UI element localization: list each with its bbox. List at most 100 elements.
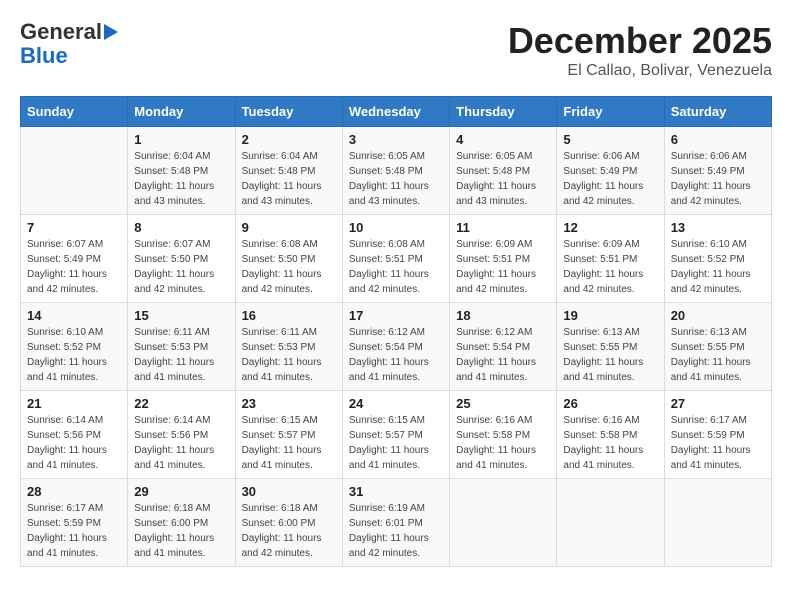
calendar-cell bbox=[450, 479, 557, 567]
calendar-cell: 15 Sunrise: 6:11 AM Sunset: 5:53 PM Dayli… bbox=[128, 303, 235, 391]
day-info: Sunrise: 6:12 AM Sunset: 5:54 PM Dayligh… bbox=[456, 325, 550, 385]
day-info: Sunrise: 6:05 AM Sunset: 5:48 PM Dayligh… bbox=[456, 149, 550, 209]
day-info: Sunrise: 6:13 AM Sunset: 5:55 PM Dayligh… bbox=[563, 325, 657, 385]
calendar-week-2: 7Sunrise: 6:07 AM Sunset: 5:49 PM Daylig… bbox=[21, 215, 772, 303]
day-number: 31 bbox=[349, 484, 443, 499]
calendar-cell bbox=[21, 127, 128, 215]
day-info: Sunrise: 6:09 AM Sunset: 5:51 PM Dayligh… bbox=[563, 237, 657, 297]
calendar-cell: 20 Sunrise: 6:13 AM Sunset: 5:55 PM Dayli… bbox=[664, 303, 771, 391]
calendar-cell: 13Sunrise: 6:10 AM Sunset: 5:52 PM Dayli… bbox=[664, 215, 771, 303]
calendar-cell: 11 Sunrise: 6:09 AM Sunset: 5:51 PM Dayli… bbox=[450, 215, 557, 303]
day-number: 22 bbox=[134, 396, 228, 411]
day-info: Sunrise: 6:16 AM Sunset: 5:58 PM Dayligh… bbox=[563, 413, 657, 473]
calendar-cell: 2Sunrise: 6:04 AM Sunset: 5:48 PM Daylig… bbox=[235, 127, 342, 215]
day-number: 25 bbox=[456, 396, 550, 411]
day-number: 24 bbox=[349, 396, 443, 411]
day-number: 5 bbox=[563, 132, 657, 147]
calendar-cell: 17Sunrise: 6:12 AM Sunset: 5:54 PM Dayli… bbox=[342, 303, 449, 391]
calendar-cell: 6 Sunrise: 6:06 AM Sunset: 5:49 PM Daylig… bbox=[664, 127, 771, 215]
day-info: Sunrise: 6:16 AM Sunset: 5:58 PM Dayligh… bbox=[456, 413, 550, 473]
day-number: 17 bbox=[349, 308, 443, 323]
header-saturday: Saturday bbox=[664, 97, 771, 127]
day-number: 11 bbox=[456, 220, 550, 235]
day-number: 29 bbox=[134, 484, 228, 499]
day-info: Sunrise: 6:08 AM Sunset: 5:50 PM Dayligh… bbox=[242, 237, 336, 297]
day-number: 14 bbox=[27, 308, 121, 323]
day-number: 19 bbox=[563, 308, 657, 323]
calendar-week-3: 14 Sunrise: 6:10 AM Sunset: 5:52 PM Dayli… bbox=[21, 303, 772, 391]
day-info: Sunrise: 6:13 AM Sunset: 5:55 PM Dayligh… bbox=[671, 325, 765, 385]
day-info: Sunrise: 6:09 AM Sunset: 5:51 PM Dayligh… bbox=[456, 237, 550, 297]
day-info: Sunrise: 6:18 AM Sunset: 6:00 PM Dayligh… bbox=[242, 501, 336, 561]
day-info: Sunrise: 6:10 AM Sunset: 5:52 PM Dayligh… bbox=[671, 237, 765, 297]
calendar-cell: 25 Sunrise: 6:16 AM Sunset: 5:58 PM Dayli… bbox=[450, 391, 557, 479]
calendar-cell: 30 Sunrise: 6:18 AM Sunset: 6:00 PM Dayli… bbox=[235, 479, 342, 567]
calendar-cell: 24Sunrise: 6:15 AM Sunset: 5:57 PM Dayli… bbox=[342, 391, 449, 479]
calendar-cell: 27 Sunrise: 6:17 AM Sunset: 5:59 PM Dayli… bbox=[664, 391, 771, 479]
calendar-cell: 10Sunrise: 6:08 AM Sunset: 5:51 PM Dayli… bbox=[342, 215, 449, 303]
header-monday: Monday bbox=[128, 97, 235, 127]
calendar-cell: 22 Sunrise: 6:14 AM Sunset: 5:56 PM Dayli… bbox=[128, 391, 235, 479]
day-number: 4 bbox=[456, 132, 550, 147]
calendar-cell: 9 Sunrise: 6:08 AM Sunset: 5:50 PM Daylig… bbox=[235, 215, 342, 303]
day-number: 3 bbox=[349, 132, 443, 147]
day-info: Sunrise: 6:05 AM Sunset: 5:48 PM Dayligh… bbox=[349, 149, 443, 209]
header-wednesday: Wednesday bbox=[342, 97, 449, 127]
day-info: Sunrise: 6:15 AM Sunset: 5:57 PM Dayligh… bbox=[242, 413, 336, 473]
calendar-cell: 29Sunrise: 6:18 AM Sunset: 6:00 PM Dayli… bbox=[128, 479, 235, 567]
month-title: December 2025 bbox=[508, 20, 772, 62]
calendar-cell: 16 Sunrise: 6:11 AM Sunset: 5:53 PM Dayli… bbox=[235, 303, 342, 391]
day-number: 16 bbox=[242, 308, 336, 323]
calendar-header-row: SundayMondayTuesdayWednesdayThursdayFrid… bbox=[21, 97, 772, 127]
calendar-cell: 21 Sunrise: 6:14 AM Sunset: 5:56 PM Dayli… bbox=[21, 391, 128, 479]
calendar-cell bbox=[557, 479, 664, 567]
day-info: Sunrise: 6:11 AM Sunset: 5:53 PM Dayligh… bbox=[134, 325, 228, 385]
title-area: December 2025 El Callao, Bolivar, Venezu… bbox=[508, 20, 772, 80]
calendar-cell: 18 Sunrise: 6:12 AM Sunset: 5:54 PM Dayli… bbox=[450, 303, 557, 391]
day-number: 28 bbox=[27, 484, 121, 499]
calendar-cell: 4 Sunrise: 6:05 AM Sunset: 5:48 PM Daylig… bbox=[450, 127, 557, 215]
logo-text-general: General bbox=[20, 20, 102, 44]
day-number: 10 bbox=[349, 220, 443, 235]
calendar-cell: 19 Sunrise: 6:13 AM Sunset: 5:55 PM Dayli… bbox=[557, 303, 664, 391]
logo-arrow-icon bbox=[104, 24, 118, 40]
calendar-cell bbox=[664, 479, 771, 567]
day-info: Sunrise: 6:06 AM Sunset: 5:49 PM Dayligh… bbox=[671, 149, 765, 209]
header-friday: Friday bbox=[557, 97, 664, 127]
day-info: Sunrise: 6:07 AM Sunset: 5:50 PM Dayligh… bbox=[134, 237, 228, 297]
calendar-table: SundayMondayTuesdayWednesdayThursdayFrid… bbox=[20, 96, 772, 567]
day-info: Sunrise: 6:14 AM Sunset: 5:56 PM Dayligh… bbox=[27, 413, 121, 473]
page-header: General Blue December 2025 El Callao, Bo… bbox=[20, 20, 772, 80]
day-number: 21 bbox=[27, 396, 121, 411]
calendar-cell: 14 Sunrise: 6:10 AM Sunset: 5:52 PM Dayli… bbox=[21, 303, 128, 391]
calendar-week-1: 1Sunrise: 6:04 AM Sunset: 5:48 PM Daylig… bbox=[21, 127, 772, 215]
day-info: Sunrise: 6:17 AM Sunset: 5:59 PM Dayligh… bbox=[671, 413, 765, 473]
header-tuesday: Tuesday bbox=[235, 97, 342, 127]
day-number: 2 bbox=[242, 132, 336, 147]
calendar-cell: 12 Sunrise: 6:09 AM Sunset: 5:51 PM Dayli… bbox=[557, 215, 664, 303]
day-number: 12 bbox=[563, 220, 657, 235]
calendar-week-4: 21 Sunrise: 6:14 AM Sunset: 5:56 PM Dayli… bbox=[21, 391, 772, 479]
day-info: Sunrise: 6:10 AM Sunset: 5:52 PM Dayligh… bbox=[27, 325, 121, 385]
logo: General Blue bbox=[20, 20, 118, 68]
day-number: 30 bbox=[242, 484, 336, 499]
day-info: Sunrise: 6:11 AM Sunset: 5:53 PM Dayligh… bbox=[242, 325, 336, 385]
calendar-cell: 23 Sunrise: 6:15 AM Sunset: 5:57 PM Dayli… bbox=[235, 391, 342, 479]
day-number: 15 bbox=[134, 308, 228, 323]
calendar-week-5: 28 Sunrise: 6:17 AM Sunset: 5:59 PM Dayli… bbox=[21, 479, 772, 567]
day-number: 27 bbox=[671, 396, 765, 411]
day-number: 18 bbox=[456, 308, 550, 323]
day-number: 9 bbox=[242, 220, 336, 235]
day-number: 20 bbox=[671, 308, 765, 323]
day-number: 6 bbox=[671, 132, 765, 147]
calendar-cell: 3 Sunrise: 6:05 AM Sunset: 5:48 PM Daylig… bbox=[342, 127, 449, 215]
calendar-cell: 7Sunrise: 6:07 AM Sunset: 5:49 PM Daylig… bbox=[21, 215, 128, 303]
day-number: 23 bbox=[242, 396, 336, 411]
day-info: Sunrise: 6:14 AM Sunset: 5:56 PM Dayligh… bbox=[134, 413, 228, 473]
day-info: Sunrise: 6:17 AM Sunset: 5:59 PM Dayligh… bbox=[27, 501, 121, 561]
header-sunday: Sunday bbox=[21, 97, 128, 127]
calendar-body: 1Sunrise: 6:04 AM Sunset: 5:48 PM Daylig… bbox=[21, 127, 772, 567]
calendar-cell: 31Sunrise: 6:19 AM Sunset: 6:01 PM Dayli… bbox=[342, 479, 449, 567]
calendar-cell: 5 Sunrise: 6:06 AM Sunset: 5:49 PM Daylig… bbox=[557, 127, 664, 215]
day-info: Sunrise: 6:06 AM Sunset: 5:49 PM Dayligh… bbox=[563, 149, 657, 209]
